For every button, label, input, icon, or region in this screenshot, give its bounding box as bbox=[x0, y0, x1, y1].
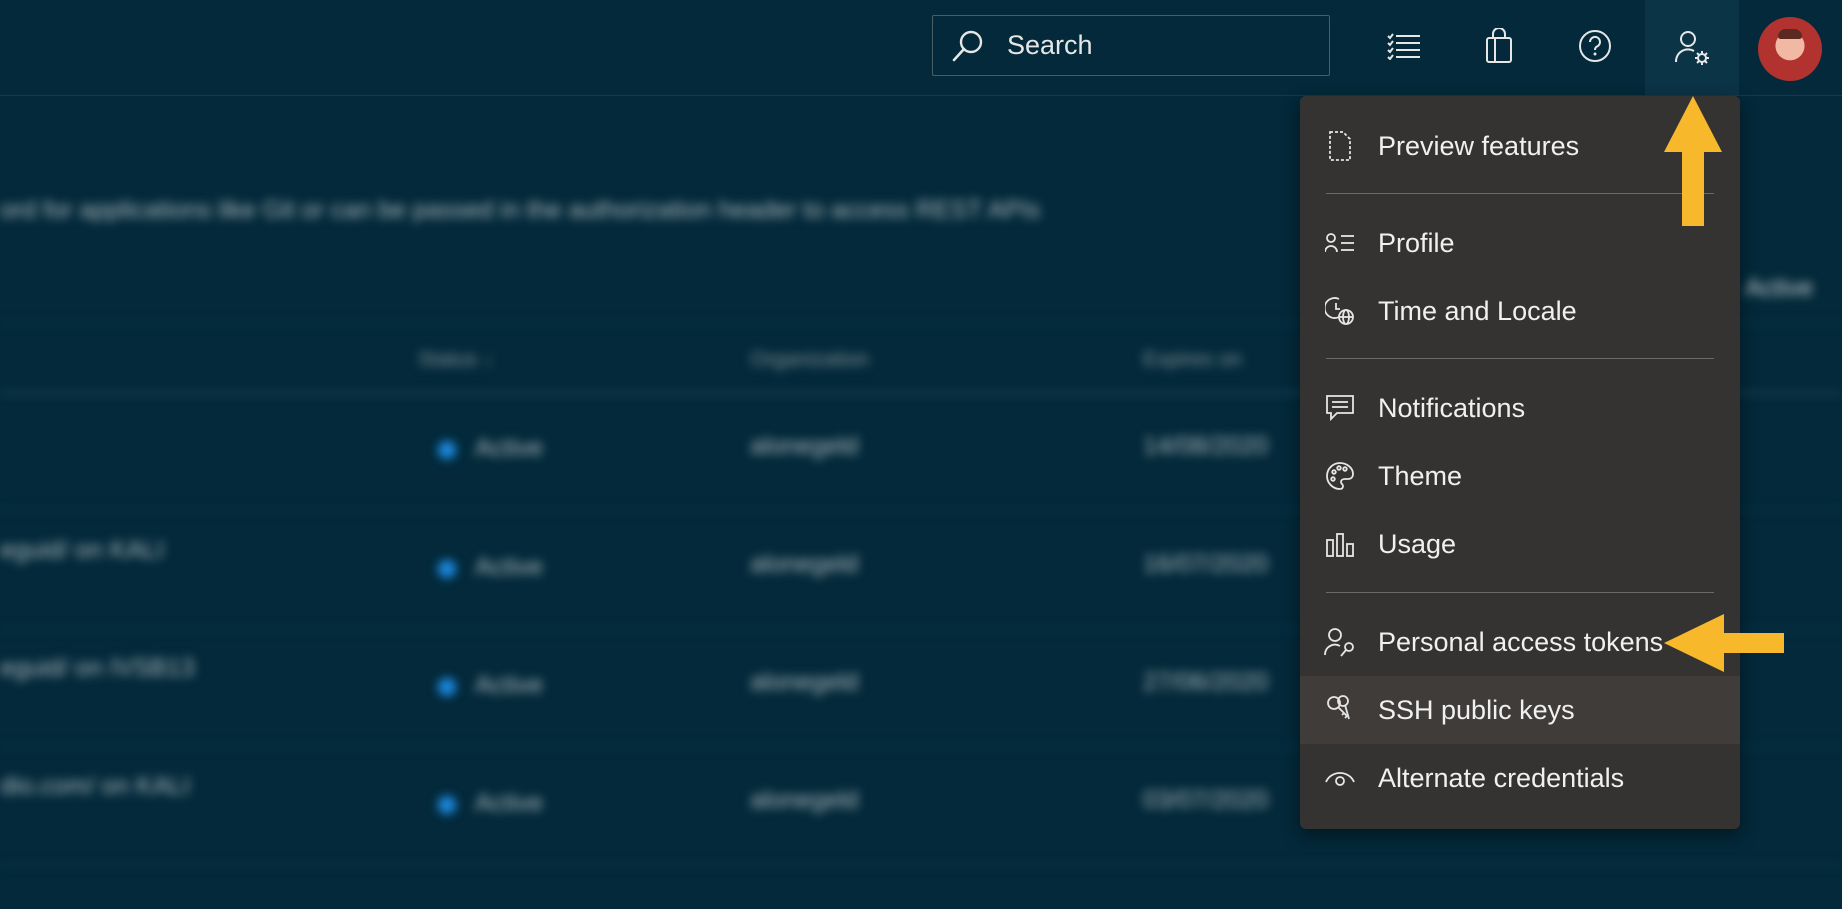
left-arrow-annotation bbox=[1664, 614, 1784, 672]
list-icon bbox=[1387, 33, 1420, 60]
shopping-bag-icon bbox=[1486, 28, 1512, 63]
menu-item-theme[interactable]: Theme bbox=[1300, 442, 1740, 510]
avatar[interactable] bbox=[1758, 17, 1822, 81]
list-button[interactable] bbox=[1374, 15, 1434, 77]
search-box[interactable] bbox=[932, 15, 1330, 76]
user-settings-icon bbox=[1674, 30, 1709, 65]
search-icon bbox=[952, 30, 983, 61]
menu-divider bbox=[1326, 592, 1714, 593]
profile-list-icon bbox=[1324, 227, 1356, 259]
help-icon bbox=[1579, 30, 1611, 62]
menu-item-usage[interactable]: Usage bbox=[1300, 510, 1740, 578]
help-button[interactable] bbox=[1565, 15, 1625, 77]
palette-icon bbox=[1324, 460, 1356, 492]
up-arrow-annotation bbox=[1664, 96, 1722, 226]
keys-icon bbox=[1324, 694, 1356, 726]
search-input[interactable] bbox=[1005, 29, 1309, 62]
clock-globe-icon bbox=[1324, 295, 1356, 327]
top-bar bbox=[0, 0, 1842, 96]
menu-item-alternate-credentials[interactable]: Alternate credentials bbox=[1300, 744, 1740, 812]
filter-label: Active bbox=[1745, 274, 1814, 302]
chat-icon bbox=[1324, 392, 1356, 424]
page-description: ord for applications like Git or can be … bbox=[0, 196, 1041, 224]
bar-chart-icon bbox=[1324, 528, 1356, 560]
page-icon bbox=[1324, 130, 1356, 162]
menu-item-time-locale[interactable]: Time and Locale bbox=[1300, 277, 1740, 345]
column-expires: Expires on bbox=[1143, 348, 1243, 371]
user-settings-button[interactable] bbox=[1645, 0, 1739, 95]
marketplace-button[interactable] bbox=[1469, 15, 1529, 77]
eye-icon bbox=[1324, 762, 1356, 794]
menu-divider bbox=[1326, 358, 1714, 359]
column-organization: Organization bbox=[750, 348, 870, 371]
menu-item-notifications[interactable]: Notifications bbox=[1300, 374, 1740, 442]
menu-item-ssh-public-keys[interactable]: SSH public keys bbox=[1300, 676, 1740, 744]
user-key-icon bbox=[1324, 626, 1356, 658]
menu-divider bbox=[1326, 193, 1714, 194]
column-status: Status ↓ bbox=[418, 348, 494, 371]
